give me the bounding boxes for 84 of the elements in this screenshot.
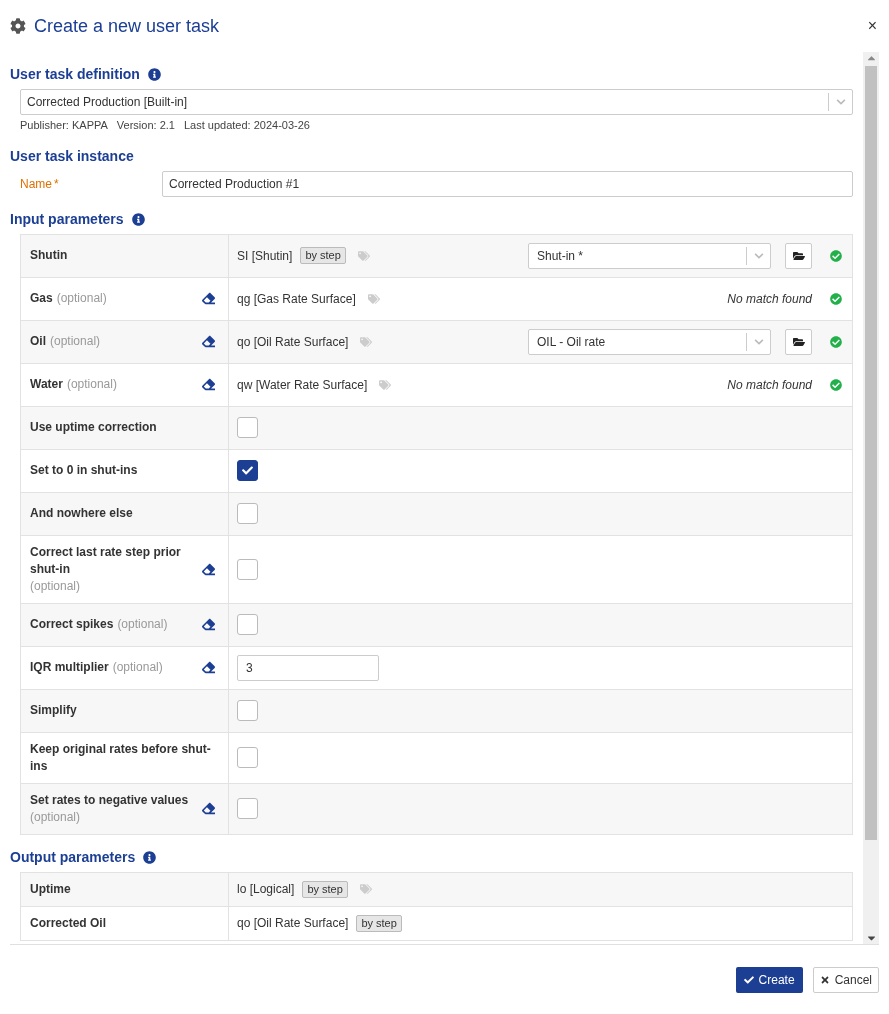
definition-select[interactable]: Corrected Production [Built-in] — [20, 89, 853, 115]
optional-label: (optional) — [50, 333, 101, 350]
select-field[interactable]: OIL - Oil rate — [528, 328, 771, 355]
eraser-icon[interactable] — [202, 802, 215, 815]
optional-label: (optional) — [30, 808, 82, 826]
checkbox[interactable] — [237, 614, 258, 635]
channel-label: qg [Gas Rate Surface] — [237, 290, 356, 308]
eraser-icon[interactable] — [202, 335, 215, 348]
parameter-label: Oil — [30, 333, 46, 350]
status-text: No match found — [727, 376, 812, 394]
parameter-label: Gas — [30, 290, 53, 307]
close-icon — [819, 974, 830, 985]
parameter-label: Water — [30, 376, 63, 393]
chevron-down-icon — [753, 250, 764, 261]
checkbox[interactable] — [237, 417, 258, 438]
tag-label: by step — [302, 880, 348, 898]
meta-text: Publisher: KAPPA — [20, 118, 108, 133]
optional-label: (optional) — [56, 290, 107, 307]
parameter-label: And nowhere else — [30, 505, 133, 522]
optional-label: (optional) — [66, 376, 117, 393]
parameter-label: Use uptime correction — [30, 419, 157, 436]
info-icon[interactable] — [147, 68, 161, 81]
info-icon[interactable] — [131, 212, 145, 226]
parameter-label: IQR multiplier — [30, 659, 109, 676]
check-icon — [242, 465, 253, 476]
folder-icon — [792, 249, 805, 262]
eraser-icon[interactable] — [202, 661, 215, 674]
folder-icon — [792, 335, 805, 348]
info-icon[interactable] — [143, 850, 157, 864]
create-button[interactable]: Create — [735, 966, 803, 993]
meta-text: Version: 2.1 — [116, 118, 175, 133]
checkbox[interactable] — [237, 503, 258, 524]
status-text: No match found — [727, 290, 812, 308]
section-heading: Input parameters — [10, 209, 124, 229]
tags-icon[interactable] — [367, 292, 380, 305]
dialog-title: Create a new user task — [34, 14, 220, 38]
close-button[interactable]: × — [867, 14, 877, 38]
parameter-label: Simplify — [30, 702, 77, 719]
chevron-down-icon — [835, 97, 846, 107]
checkbox[interactable] — [237, 747, 258, 768]
parameter-label: Correct last rate step prior shut-in — [30, 543, 182, 578]
eraser-icon[interactable] — [202, 378, 215, 391]
parameter-label: Set rates to negative values — [30, 791, 189, 809]
tags-icon[interactable] — [379, 378, 392, 391]
eraser-icon[interactable] — [202, 618, 215, 631]
tag-label: by step — [356, 914, 402, 932]
checkbox[interactable] — [237, 700, 258, 721]
chevron-down-icon — [753, 336, 764, 347]
channel-label: qo [Oil Rate Surface] — [237, 333, 349, 351]
eraser-icon[interactable] — [202, 292, 215, 305]
optional-label: (optional) — [117, 616, 168, 633]
scrollbar[interactable] — [863, 52, 879, 944]
select-field[interactable]: Shut-in * — [528, 242, 771, 269]
cancel-button[interactable]: Cancel — [812, 966, 879, 993]
name-field[interactable]: Corrected Production #1 — [162, 170, 853, 197]
section-heading: User task definition — [10, 65, 140, 84]
gear-icon — [10, 18, 26, 34]
eraser-icon[interactable] — [202, 562, 215, 576]
meta-text: Last updated: 2024-03-26 — [183, 118, 310, 133]
channel-label: lo [Logical] — [237, 881, 295, 898]
checkbox[interactable] — [237, 558, 258, 580]
folder-button[interactable] — [785, 242, 812, 269]
parameter-label: Set to 0 in shut-ins — [30, 462, 138, 479]
scrollbar-thumb[interactable] — [865, 66, 877, 840]
check-icon — [743, 974, 754, 985]
section-heading: User task instance — [10, 146, 134, 166]
channel-label: qo [Oil Rate Surface] — [237, 915, 349, 932]
required-mark: * — [54, 175, 59, 193]
optional-label: (optional) — [112, 659, 163, 676]
checkbox[interactable] — [237, 460, 258, 481]
parameter-label: Keep original rates before shut-ins — [30, 740, 212, 775]
field-label: Name — [20, 175, 52, 193]
tag-label: by step — [300, 247, 346, 264]
parameter-label: Shutin — [30, 247, 68, 264]
folder-button[interactable] — [785, 328, 812, 355]
checkbox[interactable] — [237, 798, 258, 819]
parameter-label: Corrected Oil — [30, 915, 107, 932]
section-heading: Output parameters — [10, 847, 136, 867]
parameter-label: Correct spikes — [30, 616, 114, 633]
optional-label: (optional) — [30, 577, 82, 595]
channel-label: qw [Water Rate Surface] — [237, 376, 368, 394]
number-field[interactable]: 3 — [237, 654, 379, 681]
channel-label: SI [Shutin] — [237, 247, 293, 265]
parameter-label: Uptime — [30, 881, 71, 898]
